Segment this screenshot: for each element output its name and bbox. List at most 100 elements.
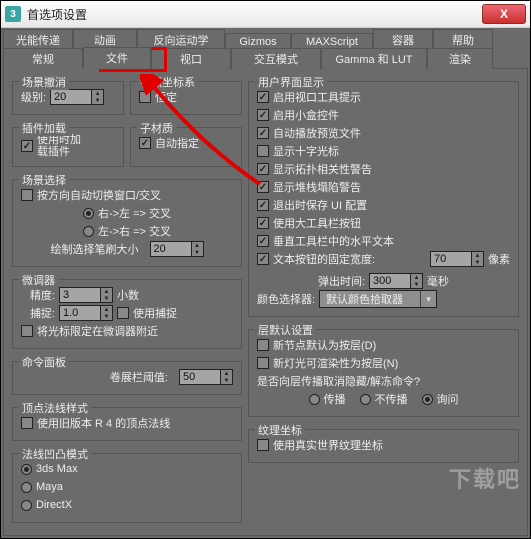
uid-cb-8[interactable] bbox=[257, 235, 269, 247]
grp-layer-defaults: 层默认设置 新节点默认为按层(D) 新灯光可渲染性为按层(N) 是否向层传播取消… bbox=[248, 329, 519, 417]
uid-cb-1[interactable] bbox=[257, 109, 269, 121]
grp-title: 命令面板 bbox=[19, 354, 69, 370]
window-title: 首选项设置 bbox=[27, 6, 87, 23]
prec-spinner[interactable]: ▲▼ bbox=[59, 287, 113, 303]
constant-checkbox[interactable] bbox=[139, 91, 151, 103]
uid-lbl-8: 垂直工具栏中的水平文本 bbox=[273, 233, 394, 249]
rb-3dsmax[interactable] bbox=[21, 464, 32, 475]
picker-dropdown[interactable]: 默认颜色拾取器▼ bbox=[319, 290, 437, 308]
uid-cb-6[interactable] bbox=[257, 199, 269, 211]
tex-label: 使用真实世界纹理坐标 bbox=[273, 437, 383, 453]
prop-radio[interactable] bbox=[309, 394, 320, 405]
auto-label: 自动指定 bbox=[155, 135, 199, 151]
roll-input[interactable] bbox=[180, 370, 220, 384]
tab-6[interactable]: 帮助 bbox=[433, 29, 493, 50]
tex-checkbox[interactable] bbox=[257, 439, 269, 451]
rb-3dsmax-label: 3ds Max bbox=[36, 463, 78, 475]
rb-maya-label: Maya bbox=[36, 481, 63, 493]
prec-label: 精度: bbox=[21, 287, 55, 303]
onuse-checkbox[interactable] bbox=[21, 140, 33, 152]
flyout-spinner[interactable]: ▲▼ bbox=[369, 273, 423, 289]
grp-scene-undo: 场景撤消 级别: ▲▼ bbox=[12, 81, 124, 115]
uid-cb-2[interactable] bbox=[257, 127, 269, 139]
grp-title: 纹理坐标 bbox=[255, 422, 305, 438]
rb-maya[interactable] bbox=[21, 482, 32, 493]
grp-title: 参照坐标系 bbox=[137, 74, 198, 90]
grp-submat: 子材质 自动指定 bbox=[130, 127, 242, 167]
tab2-0[interactable]: 常规 bbox=[3, 48, 83, 69]
tab2-2[interactable]: 视口 bbox=[151, 48, 231, 69]
ld-a-checkbox[interactable] bbox=[257, 339, 269, 351]
uid-lbl-1: 启用小盒控件 bbox=[273, 107, 339, 123]
brush-spinner[interactable]: ▲▼ bbox=[150, 241, 204, 257]
snap-spinner[interactable]: ▲▼ bbox=[59, 305, 113, 321]
prec-input[interactable] bbox=[60, 288, 100, 302]
uid-lbl-7: 使用大工具栏按钮 bbox=[273, 215, 361, 231]
roll-spinner[interactable]: ▲▼ bbox=[179, 369, 233, 385]
ld-b-label: 新灯光可渲染性为按层(N) bbox=[273, 355, 398, 371]
tab-0[interactable]: 光能传递 bbox=[3, 29, 73, 50]
grp-title: 子材质 bbox=[137, 120, 176, 136]
app-icon: 3 bbox=[5, 6, 21, 22]
snap-label: 捕捉: bbox=[21, 305, 55, 321]
watermark: 下载吧 bbox=[449, 462, 521, 494]
level-label: 级别: bbox=[21, 89, 46, 105]
flyout-input[interactable] bbox=[370, 274, 410, 288]
grp-title: 顶点法线样式 bbox=[19, 400, 91, 416]
tab2-1[interactable]: 文件 bbox=[83, 47, 151, 69]
uid-cb-9[interactable] bbox=[257, 253, 269, 265]
level-input[interactable] bbox=[51, 90, 91, 104]
grp-title: 层默认设置 bbox=[255, 322, 316, 338]
grp-cmd-panel: 命令面板 卷展栏阈值: ▲▼ bbox=[12, 361, 242, 395]
lock-cursor-checkbox[interactable] bbox=[21, 325, 33, 337]
auto-switch-checkbox[interactable] bbox=[21, 189, 33, 201]
grp-plugin-load: 插件加载 使用时加 载插件 bbox=[12, 127, 124, 167]
flyout-label: 弹出时间: bbox=[318, 273, 365, 289]
auto-checkbox[interactable] bbox=[139, 137, 151, 149]
uid-lbl-4: 显示拓扑相关性警告 bbox=[273, 161, 372, 177]
ask-radio[interactable] bbox=[422, 394, 433, 405]
grp-ui-display: 用户界面显示 启用视口工具提示启用小盒控件自动播放预览文件显示十字光标显示拓扑相… bbox=[248, 81, 519, 317]
grp-normal-mode: 法线凹凸模式 3ds Max Maya DirectX bbox=[12, 453, 242, 523]
rb-directx[interactable] bbox=[21, 500, 32, 511]
uid-cb-0[interactable] bbox=[257, 91, 269, 103]
use-snap-checkbox[interactable] bbox=[117, 307, 129, 319]
ld-b-checkbox[interactable] bbox=[257, 357, 269, 369]
prop-label: 传播 bbox=[324, 391, 346, 407]
tab2-4[interactable]: Gamma 和 LUT bbox=[321, 48, 427, 69]
uid-cb-5[interactable] bbox=[257, 181, 269, 193]
snap-input[interactable] bbox=[60, 306, 100, 320]
brush-label: 绘制选择笔刷大小 bbox=[50, 241, 138, 257]
noprop-label: 不传播 bbox=[375, 391, 408, 407]
noprop-radio[interactable] bbox=[360, 394, 371, 405]
fixedw-spinner[interactable]: ▲▼ bbox=[430, 251, 484, 267]
picker-value: 默认颜色拾取器 bbox=[320, 291, 420, 307]
level-spinner[interactable]: ▲▼ bbox=[50, 89, 104, 105]
left-column: 场景撤消 级别: ▲▼ 参照坐标系 恒定 插件加载 使用时加 载插件 bbox=[12, 75, 242, 523]
preferences-window: 3 首选项设置 X 光能传递动画反向运动学GizmosMAXScript容器帮助… bbox=[0, 0, 531, 539]
uid-lbl-6: 退出时保存 UI 配置 bbox=[273, 197, 367, 213]
uid-cb-3[interactable] bbox=[257, 145, 269, 157]
chevron-down-icon: ▼ bbox=[420, 291, 436, 307]
tab2-3[interactable]: 交互模式 bbox=[231, 48, 321, 69]
grp-title: 用户界面显示 bbox=[255, 74, 327, 90]
ld-a-label: 新节点默认为按层(D) bbox=[273, 337, 376, 353]
ltor-radio[interactable] bbox=[83, 226, 94, 237]
grp-spinners: 微调器 精度:▲▼小数 捕捉:▲▼使用捕捉 将光标限定在微调器附近 bbox=[12, 279, 242, 349]
old-label: 使用旧版本 R 4 的顶点法线 bbox=[37, 415, 170, 431]
uid-cb-7[interactable] bbox=[257, 217, 269, 229]
use-snap-label: 使用捕捉 bbox=[133, 305, 177, 321]
onuse-label: 使用时加 载插件 bbox=[37, 134, 81, 158]
uid-cb-4[interactable] bbox=[257, 163, 269, 175]
old-checkbox[interactable] bbox=[21, 417, 33, 429]
ask-label: 询问 bbox=[437, 391, 459, 407]
rtol-radio[interactable] bbox=[83, 208, 94, 219]
tab2-5[interactable]: 渲染 bbox=[427, 48, 493, 69]
grp-ref-coord: 参照坐标系 恒定 bbox=[130, 81, 242, 115]
grp-vertex-normal: 顶点法线样式 使用旧版本 R 4 的顶点法线 bbox=[12, 407, 242, 441]
brush-input[interactable] bbox=[151, 242, 191, 256]
tab-5[interactable]: 容器 bbox=[373, 29, 433, 50]
close-button[interactable]: X bbox=[482, 4, 526, 24]
fixedw-input[interactable] bbox=[431, 252, 471, 266]
uid-lbl-0: 启用视口工具提示 bbox=[273, 89, 361, 105]
